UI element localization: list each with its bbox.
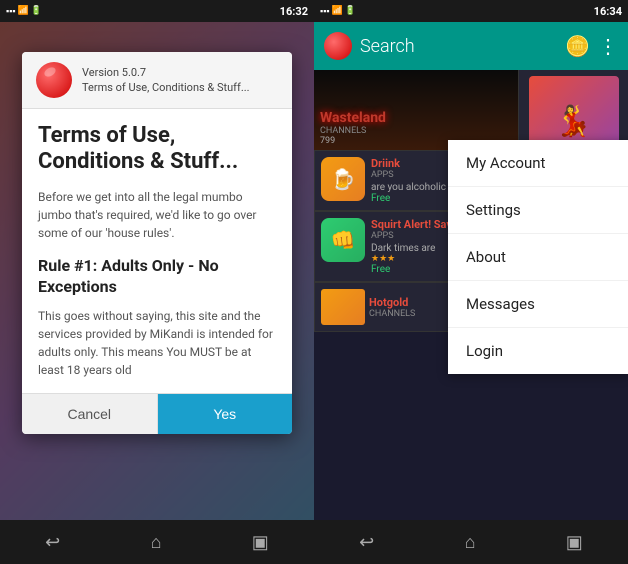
wasteland-card: Wasteland CHANNELS 799 (314, 70, 518, 150)
dialog-rule-heading: Rule #1: Adults Only - No Exceptions (38, 256, 276, 298)
home-button-left[interactable]: ⌂ (151, 532, 162, 553)
content-area: Wasteland CHANNELS 799 🍺 Driink APPS are… (314, 70, 628, 564)
hotgold-name: Hotgold (369, 296, 415, 309)
status-bar-right: ▪▪▪ 📶 🔋 16:34 (314, 0, 628, 22)
terms-dialog: Version 5.0.7 Terms of Use, Conditions &… (22, 52, 292, 434)
nav-bar-left: ↩ ⌂ ▣ (0, 520, 314, 564)
status-bar-left: ▪▪▪ 📶 🔋 16:32 (0, 0, 314, 22)
dialog-actions: Cancel Yes (22, 393, 292, 434)
wifi-icon: 📶 (18, 6, 29, 16)
menu-item-settings[interactable]: Settings (448, 187, 628, 234)
menu-button[interactable]: ⋮ (598, 34, 618, 58)
dialog-rule-text: This goes without saying, this site and … (38, 307, 276, 379)
dialog-header-text: Version 5.0.7 Terms of Use, Conditions &… (82, 65, 250, 96)
hotgold-info: Hotgold CHANNELS (369, 296, 415, 319)
drink-icon: 🍺 (321, 157, 365, 201)
wasteland-title: Wasteland (320, 110, 512, 126)
nav-bar-right: ↩ ⌂ ▣ (314, 520, 628, 564)
signal-icon: ▪▪▪ (6, 6, 16, 17)
menu-item-about[interactable]: About (448, 234, 628, 281)
back-button-right[interactable]: ↩ (359, 532, 374, 553)
dialog-backdrop: Version 5.0.7 Terms of Use, Conditions &… (0, 22, 314, 520)
hotgold-type: CHANNELS (369, 309, 415, 319)
right-panel: ▪▪▪ 📶 🔋 16:34 Search 🪙 ⋮ Wasteland CHANN… (314, 0, 628, 564)
search-label[interactable]: Search (360, 36, 557, 57)
left-panel: ▪▪▪ 📶 🔋 16:32 Version 5.0.7 Terms of Use… (0, 0, 314, 564)
coin-icon: 🪙 (565, 34, 590, 58)
top-bar: Search 🪙 ⋮ (314, 22, 628, 70)
battery-icon-right: 🔋 (345, 6, 356, 16)
status-icons-right: ▪▪▪ 📶 🔋 (320, 6, 356, 17)
app-logo-right (324, 32, 352, 60)
battery-icon: 🔋 (31, 6, 42, 16)
dialog-header: Version 5.0.7 Terms of Use, Conditions &… (22, 52, 292, 109)
status-icons-left: ▪▪▪ 📶 🔋 (6, 6, 42, 17)
menu-item-my-account[interactable]: My Account (448, 140, 628, 187)
yes-button[interactable]: Yes (158, 394, 293, 434)
recents-button-left[interactable]: ▣ (252, 532, 269, 553)
dialog-intro: Before we get into all the legal mumbo j… (38, 188, 276, 242)
status-time-right: 16:34 (594, 5, 622, 18)
recents-button-right[interactable]: ▣ (566, 532, 583, 553)
dialog-body: Terms of Use, Conditions & Stuff... Befo… (22, 109, 292, 393)
dialog-title: Terms of Use, Conditions & Stuff... (38, 123, 276, 176)
menu-item-messages[interactable]: Messages (448, 281, 628, 328)
status-time-left: 16:32 (280, 5, 308, 18)
dialog-version: Version 5.0.7 (82, 65, 250, 80)
dropdown-menu: My Account Settings About Messages Login (448, 140, 628, 374)
back-button-left[interactable]: ↩ (45, 532, 60, 553)
squirt-icon: 👊 (321, 218, 365, 262)
hotgold-thumb (321, 289, 365, 325)
home-button-right[interactable]: ⌂ (465, 532, 476, 553)
dialog-header-subtitle: Terms of Use, Conditions & Stuff... (82, 80, 250, 95)
signal-icon-right: ▪▪▪ (320, 6, 330, 17)
cancel-button[interactable]: Cancel (22, 394, 158, 434)
app-logo (36, 62, 72, 98)
wasteland-type: CHANNELS (320, 126, 512, 136)
wifi-icon-right: 📶 (332, 6, 343, 16)
menu-item-login[interactable]: Login (448, 328, 628, 374)
